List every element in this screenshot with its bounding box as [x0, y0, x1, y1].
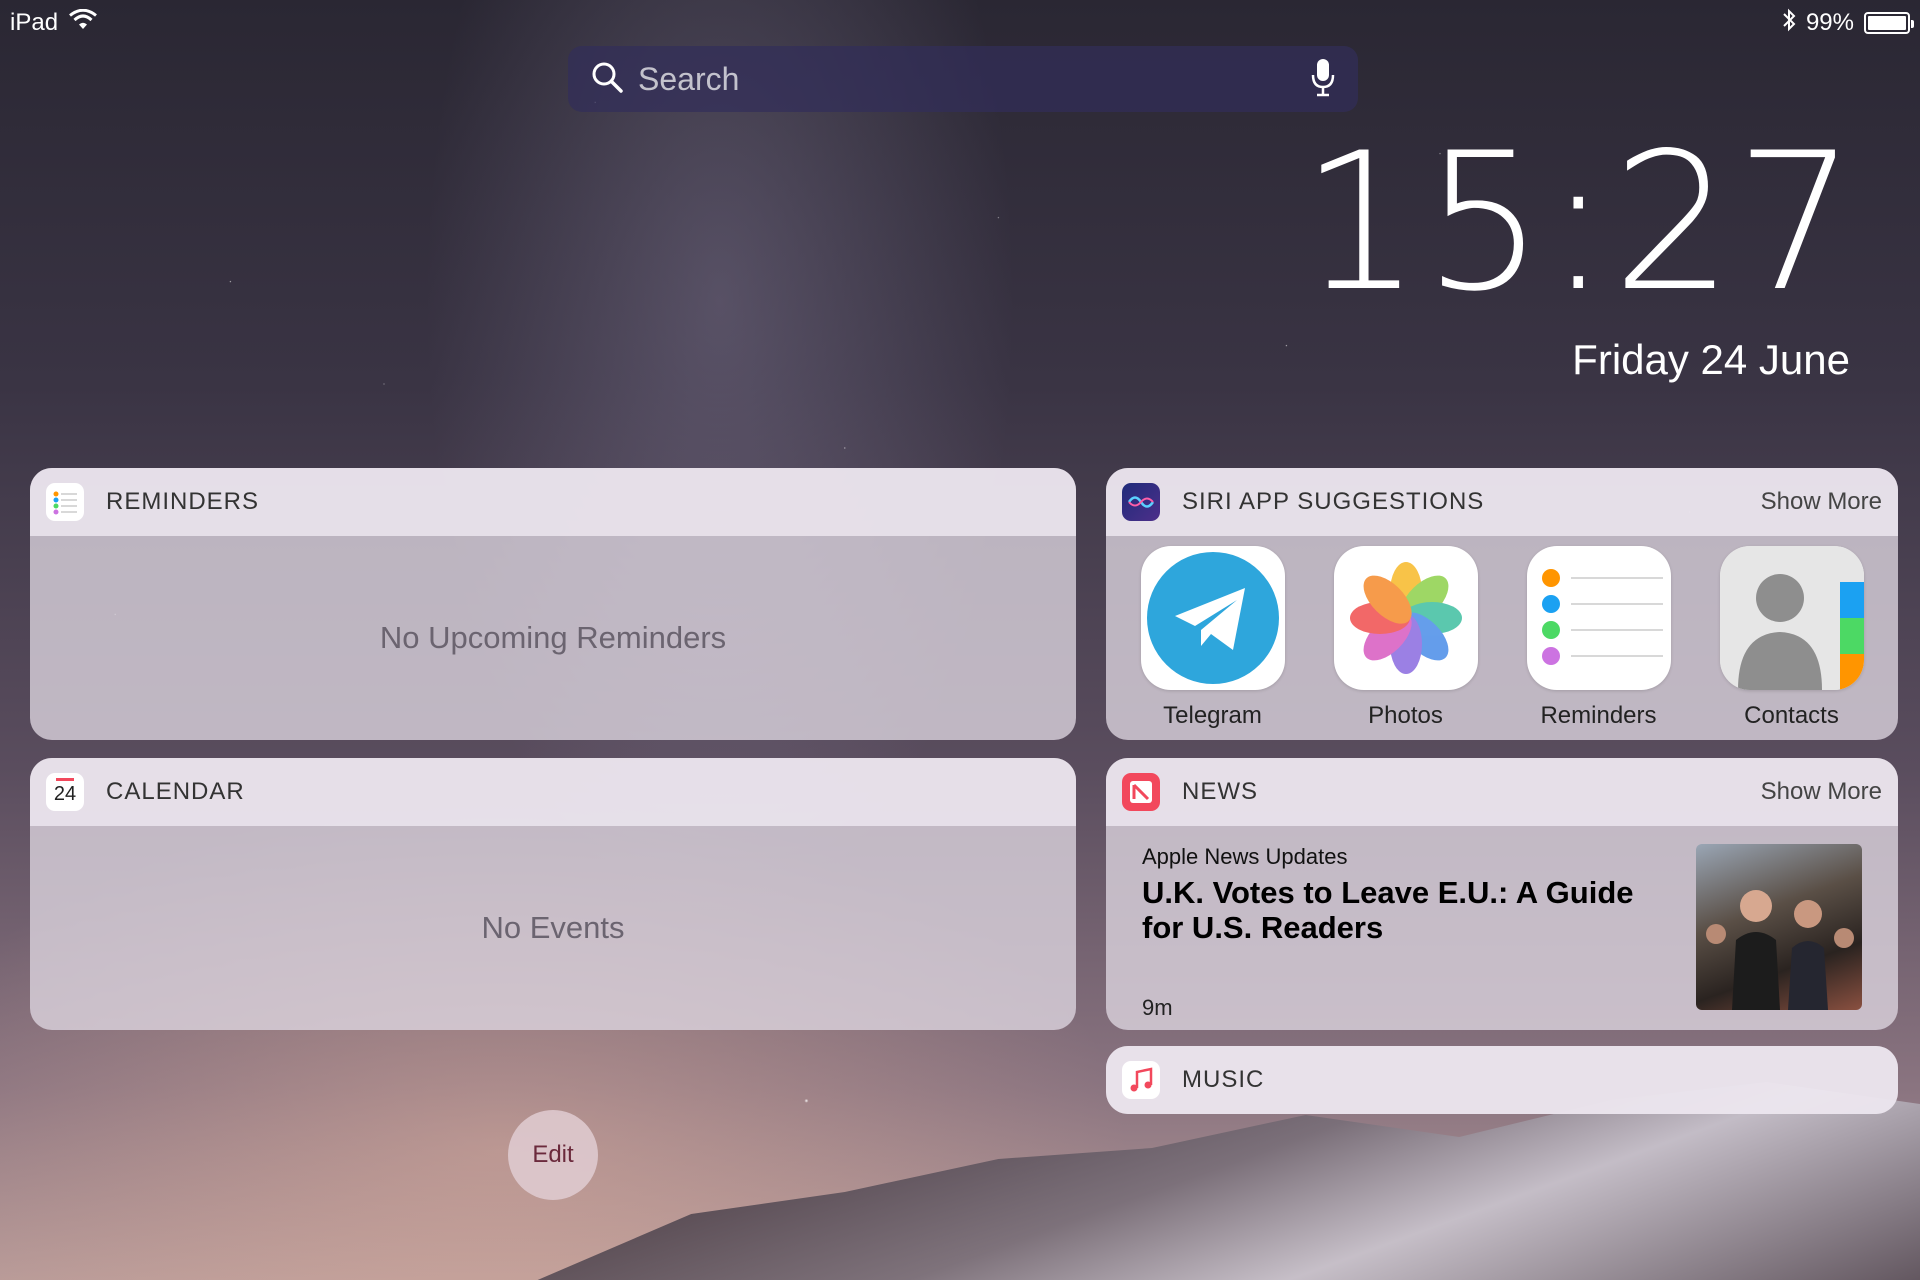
calendar-widget-header[interactable]: 24 CALENDAR — [30, 758, 1076, 826]
status-right: 99% — [1782, 8, 1914, 39]
news-story-text: Apple News Updates U.K. Votes to Leave E… — [1142, 844, 1696, 1021]
microphone-icon[interactable] — [1310, 57, 1336, 102]
contacts-icon[interactable] — [1719, 546, 1864, 690]
reminders-widget-header[interactable]: REMINDERS — [30, 468, 1076, 536]
calendar-widget[interactable]: 24 CALENDAR No Events — [30, 758, 1076, 1030]
telegram-icon[interactable] — [1140, 546, 1285, 690]
news-widget-title: NEWS — [1182, 778, 1258, 805]
music-widget[interactable]: MUSIC — [1106, 1046, 1898, 1114]
battery-percent: 99% — [1805, 9, 1854, 36]
music-widget-header[interactable]: MUSIC — [1106, 1046, 1898, 1114]
battery-icon — [1864, 12, 1914, 34]
reminders-empty-message: No Upcoming Reminders — [379, 620, 727, 655]
lock-date: Friday 24 June — [1572, 336, 1850, 383]
app-label: Photos — [1368, 702, 1443, 729]
suggested-app-contacts[interactable]: Contacts — [1702, 546, 1882, 730]
siri-app-icon — [1122, 483, 1160, 521]
news-widget[interactable]: NEWS Show More Apple News Updates U.K. V… — [1106, 758, 1898, 1030]
app-label: Telegram — [1163, 702, 1262, 729]
news-thumbnail-image[interactable] — [1696, 844, 1862, 1010]
status-bar: iPad 99% — [0, 0, 1920, 46]
music-widget-title: MUSIC — [1182, 1066, 1265, 1093]
news-age: 9m — [1142, 995, 1173, 1021]
news-show-more-button[interactable]: Show More — [1761, 778, 1882, 806]
app-label: Contacts — [1744, 702, 1839, 729]
news-headline[interactable]: U.K. Votes to Leave E.U.: A Guide for U.… — [1142, 875, 1662, 945]
calendar-widget-title: CALENDAR — [106, 778, 245, 805]
siri-suggestions-widget[interactable]: SIRI APP SUGGESTIONS Show More Telegram — [1106, 468, 1898, 740]
siri-show-more-button[interactable]: Show More — [1761, 488, 1882, 516]
search-bar[interactable] — [568, 46, 1358, 112]
app-label: Reminders — [1540, 702, 1657, 729]
calendar-icon-day: 24 — [53, 783, 77, 805]
news-story[interactable]: Apple News Updates U.K. Votes to Leave E… — [1106, 826, 1898, 1021]
bluetooth-icon — [1782, 8, 1796, 39]
siri-widget-header[interactable]: SIRI APP SUGGESTIONS Show More — [1106, 468, 1898, 536]
news-source: Apple News Updates — [1142, 844, 1348, 869]
status-left: iPad — [10, 8, 98, 38]
suggested-app-telegram[interactable]: Telegram — [1123, 546, 1303, 730]
reminders-widget-title: REMINDERS — [106, 488, 260, 515]
music-app-icon — [1122, 1061, 1160, 1099]
calendar-app-icon: 24 — [46, 773, 84, 811]
news-app-icon — [1122, 773, 1160, 811]
news-widget-header[interactable]: NEWS Show More — [1106, 758, 1898, 826]
search-icon — [590, 60, 624, 99]
suggested-app-photos[interactable]: Photos — [1316, 546, 1496, 730]
lock-time: 15:27 — [1300, 112, 1858, 333]
siri-widget-title: SIRI APP SUGGESTIONS — [1182, 488, 1485, 515]
edit-button[interactable]: Edit — [508, 1110, 598, 1200]
reminders-app-icon — [46, 483, 84, 521]
search-input[interactable] — [624, 60, 1310, 98]
device-name: iPad — [10, 9, 59, 36]
calendar-empty-message: No Events — [481, 910, 625, 945]
calendar-icon-bar — [56, 778, 74, 781]
reminders-icon[interactable] — [1526, 546, 1671, 690]
reminders-widget[interactable]: REMINDERS No Upcoming Reminders — [30, 468, 1076, 740]
suggested-app-reminders[interactable]: Reminders — [1509, 546, 1689, 730]
siri-apps-row: Telegram Photos Reminders Contacts — [1106, 536, 1898, 730]
battery-level — [1868, 16, 1906, 30]
wifi-icon — [68, 8, 98, 38]
photos-icon[interactable] — [1333, 546, 1478, 690]
